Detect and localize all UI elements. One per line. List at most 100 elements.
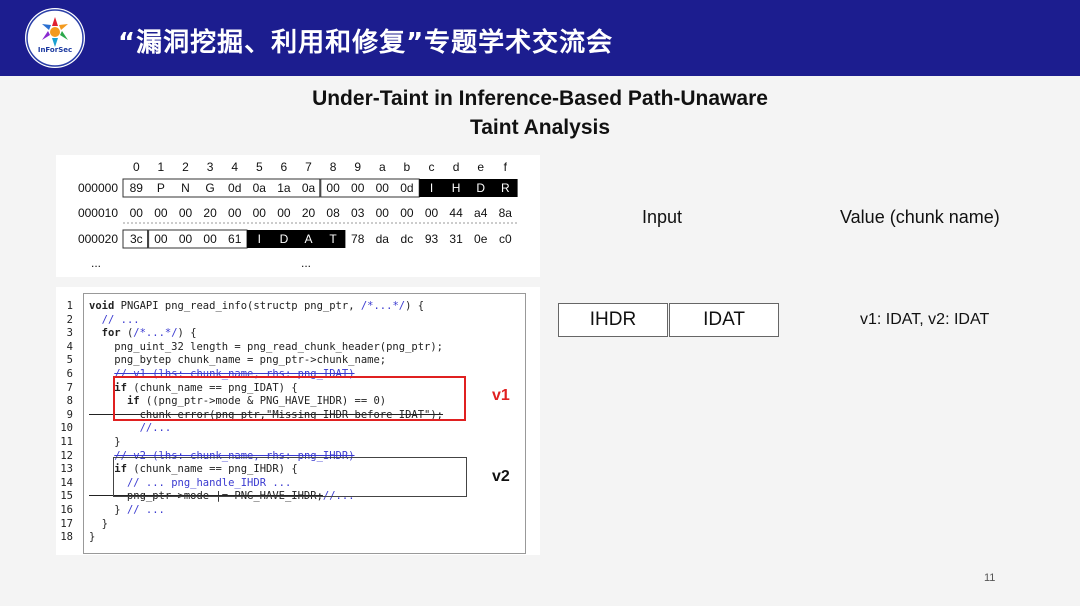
hex-column-header: a (379, 160, 386, 174)
value-cell: v1: IDAT, v2: IDAT (860, 311, 990, 328)
hex-row-offset: 000020 (78, 232, 118, 246)
hex-byte: 00 (179, 206, 193, 220)
hex-byte: 00 (228, 206, 242, 220)
code-comment: // ... (126, 504, 165, 516)
hex-byte: 78 (351, 232, 365, 246)
hex-byte: 8a (499, 206, 513, 220)
hex-byte: 0e (474, 232, 488, 246)
code-text: png_uint_32 length = png_read_chunk_head… (89, 340, 443, 354)
logo-emblem-icon (26, 9, 84, 67)
value-column-header: Value (chunk name) (840, 207, 1000, 227)
hex-column-header: 4 (231, 160, 238, 174)
hex-byte: 0d (228, 181, 241, 195)
code-text: void PNGAPI png_read_info(structp png_pt… (89, 299, 424, 313)
hex-byte: R (501, 181, 510, 195)
page-number: 11 (984, 572, 996, 584)
code-token: } (89, 436, 121, 448)
v1-highlight-box (113, 376, 466, 421)
logo-text: InForSec (37, 46, 73, 54)
inforsec-logo: InForSec (25, 8, 85, 68)
hex-byte: 0a (302, 181, 316, 195)
code-token: png_uint_32 length = png_read_chunk_head… (89, 340, 444, 353)
code-text: } (89, 435, 121, 449)
hex-column-header: 3 (207, 160, 214, 174)
code-text: // ... (89, 313, 140, 327)
header-bar: InForSec “漏洞挖掘、利用和修复”专题学术交流会 (0, 0, 1080, 76)
header-title: “漏洞挖掘、利用和修复”专题学术交流会 (118, 28, 614, 58)
v1-label: v1 (492, 387, 510, 404)
hex-byte: da (376, 232, 390, 246)
input-column-header: Input (642, 207, 683, 227)
hex-byte: P (157, 181, 165, 195)
hex-byte: 20 (203, 206, 217, 220)
hex-column-header: b (404, 160, 411, 174)
hex-byte: N (181, 181, 190, 195)
hex-byte: c0 (499, 232, 512, 246)
line-number: 6 (66, 368, 73, 380)
hex-byte: 00 (130, 206, 144, 220)
hex-column-header: 8 (330, 160, 337, 174)
hex-column-header: 0 (133, 160, 140, 174)
line-number: 8 (66, 395, 73, 408)
hex-ellipsis: ... (301, 256, 311, 270)
line-number: 5 (66, 354, 73, 367)
code-token: } (89, 531, 96, 544)
hex-byte: D (280, 232, 289, 246)
hex-byte: 03 (351, 206, 365, 220)
code-comment: /*...*/ (133, 327, 178, 340)
line-number: 7 (66, 381, 73, 394)
v2-label: v2 (492, 468, 510, 485)
code-token: } (89, 517, 108, 530)
code-token: ( (120, 327, 134, 340)
hex-byte: D (476, 181, 485, 195)
code-panel: 1 void PNGAPI png_read_info(structp png_p… (56, 287, 540, 555)
hex-byte: a4 (474, 206, 488, 220)
v2-highlight-box (113, 457, 467, 497)
hex-byte: 00 (154, 206, 168, 220)
hex-byte: I (430, 181, 433, 195)
hex-column-header: e (477, 160, 484, 174)
hex-byte: G (205, 181, 214, 195)
hex-byte: 00 (376, 181, 390, 195)
code-keyword: for (101, 327, 121, 340)
hex-byte: 89 (130, 181, 144, 195)
hex-byte: 00 (154, 232, 168, 246)
hex-column-header: f (504, 160, 508, 174)
hexdump-svg: 0 1 2 3 4 5 6 7 8 9 a b c d e f000000 89 P N G 0d 0a 1a 0a 00 00 0… (78, 160, 518, 270)
line-number: 13 (60, 463, 73, 476)
code-comment: /*...*/ (360, 300, 406, 312)
line-number: 9 (66, 408, 73, 421)
line-number: 10 (60, 422, 73, 435)
line-number: 1 (66, 300, 73, 312)
hex-byte: 00 (425, 206, 439, 220)
code-token: ) { (177, 327, 197, 340)
line-number: 14 (60, 476, 73, 489)
hex-byte: 0a (253, 181, 267, 195)
slide-title-line1: Under-Taint in Inference-Based Path-Unaw… (312, 87, 768, 110)
hex-byte: T (329, 232, 337, 246)
line-number: 12 (60, 449, 73, 462)
hex-byte: H (452, 181, 461, 195)
slide-title: Under-Taint in Inference-Based Path-Unaw… (180, 84, 900, 142)
hex-ellipsis: ... (91, 256, 101, 270)
code-text: } // ... (89, 503, 165, 517)
line-number: 15 (60, 490, 73, 503)
code-text: for (/*...*/) { (89, 326, 197, 340)
hex-column-header: d (453, 160, 460, 174)
hex-byte: 00 (203, 232, 217, 246)
line-number: 3 (66, 327, 73, 340)
input-cell-ihdr: IHDR (558, 303, 668, 337)
hex-column-header: 6 (281, 160, 288, 174)
line-number: 17 (60, 517, 73, 530)
line-number: 2 (66, 313, 73, 326)
input-cell-idat: IDAT (669, 303, 779, 337)
hex-column-header: 5 (256, 160, 263, 174)
slide-title-line2: Taint Analysis (469, 116, 611, 139)
hex-byte: 00 (376, 206, 390, 220)
hex-byte: 08 (326, 206, 340, 220)
